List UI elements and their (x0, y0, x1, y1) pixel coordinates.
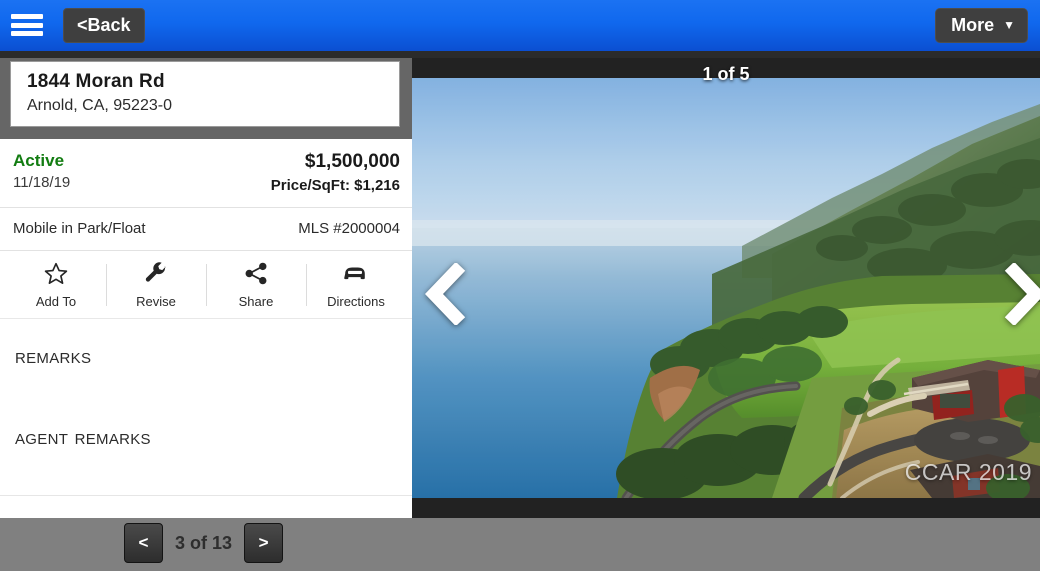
revise-label: Revise (136, 294, 176, 309)
address-card[interactable]: 1844 Moran Rd Arnold, CA, 95223-0 (10, 61, 400, 127)
status-price-row: Active 11/18/19 $1,500,000 Price/SqFt: $… (0, 139, 412, 207)
listing-detail-panel: 1844 Moran Rd Arnold, CA, 95223-0 Active… (0, 58, 412, 518)
directions-label: Directions (327, 294, 385, 309)
star-outline-icon (43, 261, 69, 286)
car-icon (342, 261, 370, 286)
app-header-bar: <Back More ▼ (0, 0, 1040, 51)
photo-viewer-panel: CCAR 2019 1 of 5 (412, 51, 1040, 518)
listing-photo[interactable]: CCAR 2019 (412, 78, 1040, 498)
photo-watermark: CCAR 2019 (904, 459, 1032, 485)
hamburger-bar (11, 14, 43, 19)
share-button[interactable]: Share (206, 261, 306, 309)
result-pager: < 3 of 13 > (124, 523, 284, 563)
wrench-icon (143, 261, 169, 286)
revise-button[interactable]: Revise (106, 261, 206, 309)
price-block: $1,500,000 Price/SqFt: $1,216 (271, 151, 400, 194)
more-button-label: More (951, 15, 995, 35)
add-to-label: Add To (35, 294, 77, 309)
share-nodes-icon (243, 261, 269, 286)
section-agent-remarks[interactable]: Agent Remarks (0, 424, 412, 450)
add-to-button[interactable]: Add To (6, 261, 106, 309)
price-per-sqft: Price/SqFt: $1,216 (270, 177, 400, 194)
share-label: Share (238, 294, 274, 309)
header-divider-strip (0, 51, 1040, 58)
result-position-label: 3 of 13 (175, 532, 233, 553)
mls-number: MLS #2000004 (298, 220, 400, 237)
chevron-right-icon[interactable] (1002, 261, 1040, 330)
hamburger-bar (11, 31, 43, 36)
property-type-mls-row: Mobile in Park/Float MLS #2000004 (0, 207, 412, 251)
more-button[interactable]: More ▼ (935, 8, 1028, 43)
section-remarks[interactable]: Remarks (0, 343, 412, 369)
next-result-button[interactable]: > (244, 523, 284, 563)
listing-price: $1,500,000 (304, 151, 400, 172)
footer-bar: < 3 of 13 > (0, 518, 1040, 571)
listing-detail-screen: <Back More ▼ 1844 Moran Rd Arnold, CA, 9… (0, 0, 1040, 571)
previous-result-button[interactable]: < (124, 523, 163, 563)
address-street: 1844 Moran Rd (27, 71, 165, 92)
chevron-left-icon[interactable] (424, 261, 468, 330)
section-listing-summary[interactable]: Listing Summary (0, 495, 412, 518)
hamburger-menu-icon[interactable] (11, 11, 43, 39)
listing-date: 11/18/19 (13, 174, 71, 191)
chevron-down-icon: ▼ (1003, 18, 1015, 32)
status-block: Active 11/18/19 (13, 151, 70, 191)
directions-button[interactable]: Directions (306, 261, 406, 309)
address-city-state-zip: Arnold, CA, 95223-0 (27, 97, 172, 114)
listing-info-sheet: Active 11/18/19 $1,500,000 Price/SqFt: $… (0, 139, 412, 518)
action-button-row: Add To Revise Share Directions (0, 251, 412, 319)
back-button[interactable]: <Back (63, 8, 145, 43)
status-badge: Active (13, 151, 65, 170)
photo-counter: 1 of 5 (702, 64, 750, 84)
property-type: Mobile in Park/Float (13, 220, 146, 237)
hamburger-bar (11, 22, 43, 28)
